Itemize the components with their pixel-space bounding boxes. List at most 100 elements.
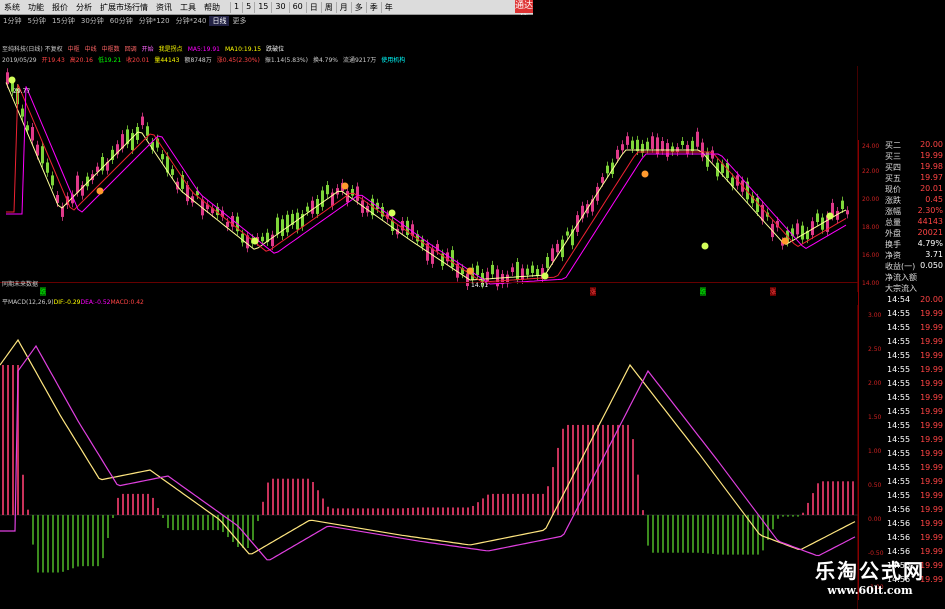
signal-dot — [541, 272, 549, 280]
macd-bar — [127, 493, 129, 515]
macd-bar — [377, 508, 379, 515]
macd-bar — [807, 502, 809, 515]
tick-row: 14:55 19.99 — [859, 407, 945, 418]
candle-body — [616, 149, 619, 159]
menu-item[interactable]: 系统 — [0, 2, 24, 13]
quote-label: 买二 — [885, 141, 901, 150]
candle-body — [651, 136, 654, 149]
macd-bar — [752, 515, 754, 555]
legend-item: 开始 — [141, 46, 154, 53]
menu-item[interactable]: 报价 — [48, 2, 72, 13]
macd-bar — [787, 515, 789, 517]
menu-item[interactable]: 帮助 — [200, 2, 224, 13]
macd-bar — [62, 515, 64, 572]
menu-item[interactable]: 分析 — [72, 2, 96, 13]
timeframe-tab[interactable]: 60分钟 — [107, 16, 136, 26]
menu-item[interactable]: 资讯 — [152, 2, 176, 13]
macd-bar — [2, 365, 4, 515]
macd-bar — [677, 515, 679, 553]
menu-item[interactable]: 扩展市场行情 — [96, 2, 152, 13]
macd-bar — [817, 483, 819, 515]
macd-bar — [442, 507, 444, 515]
macd-bar — [587, 424, 589, 515]
candle-body — [226, 221, 229, 228]
timeframe-tab[interactable]: 1分钟 — [0, 16, 24, 26]
macd-bar — [687, 515, 689, 553]
candle-body — [521, 268, 524, 280]
tick-row: 14:56 19.99 — [859, 519, 945, 530]
macd-bar — [657, 515, 659, 553]
timeframe-tab[interactable]: 30分钟 — [78, 16, 107, 26]
macd-bar — [627, 424, 629, 515]
tick-price: 19.99 — [920, 351, 943, 360]
macd-bar — [507, 493, 509, 515]
macd-bar — [92, 515, 94, 567]
timeframe-tab[interactable]: 日线 — [209, 16, 230, 26]
signal-marker: 涨 — [770, 287, 777, 296]
quote-value: 4.79% — [917, 239, 943, 248]
period-button[interactable]: 月 — [335, 1, 351, 13]
macd-bar — [632, 439, 634, 515]
legend-item: 涨0.45(2.30%) — [216, 57, 260, 64]
candle-body — [681, 140, 684, 145]
menu-item[interactable]: 功能 — [24, 2, 48, 13]
quote-value: 19.97 — [920, 173, 943, 182]
macd-bar — [162, 515, 164, 519]
macd-bar — [322, 498, 324, 515]
tick-price: 19.99 — [920, 379, 943, 388]
macd-bar — [497, 493, 499, 515]
legend-item: 高20.16 — [69, 57, 93, 64]
period-button[interactable]: 60 — [288, 1, 306, 13]
macd-bar — [567, 424, 569, 515]
quote-row: 涨跌 0.45 — [859, 195, 945, 206]
period-button[interactable]: 15 — [254, 1, 271, 13]
quote-label: 涨跌 — [885, 196, 901, 205]
timeframe-tab[interactable]: 5分钟 — [24, 16, 48, 26]
tick-row: 14:55 19.99 — [859, 491, 945, 502]
tick-row: 14:55 19.99 — [859, 449, 945, 460]
macd-bar — [202, 515, 204, 531]
macd-bar — [832, 481, 834, 515]
quote-row: 总量 44143 — [859, 217, 945, 228]
macd-bar — [312, 482, 314, 515]
period-button[interactable]: 30 — [271, 1, 288, 13]
candle-body — [846, 210, 849, 215]
dif-line — [0, 338, 856, 555]
timeframe-tab[interactable]: 15分钟 — [49, 16, 78, 26]
period-button[interactable]: 周 — [320, 1, 336, 13]
signal-dot — [8, 76, 16, 84]
candle-body — [566, 231, 569, 236]
tick-row: 14:55 19.99 — [859, 435, 945, 446]
period-button[interactable]: 季 — [365, 1, 381, 13]
macd-bar — [107, 515, 109, 539]
menu-item[interactable]: 工具 — [176, 2, 200, 13]
bar-info-legend: 2019/05/29 开19.43 高20.16 低19.21 收20.01 量44143… — [2, 55, 532, 64]
period-button[interactable]: 多 — [350, 1, 366, 13]
macd-bar — [782, 515, 784, 517]
candle-body — [696, 131, 699, 147]
tick-price: 19.99 — [920, 463, 943, 472]
candle-body — [531, 265, 534, 273]
timeframe-tab[interactable]: 更多 — [229, 16, 249, 26]
timeframe-tab[interactable]: 分钟*120 — [136, 16, 173, 26]
macd-bar — [407, 508, 409, 515]
macd-bar — [287, 478, 289, 515]
period-button[interactable]: 年 — [380, 1, 396, 13]
quote-label: 净流入额 — [885, 273, 917, 282]
legend-item: 收20.01 — [126, 57, 150, 64]
period-button[interactable]: 5 — [242, 1, 254, 13]
close-button[interactable]: 通达信 — [515, 0, 533, 24]
period-button[interactable]: 1 — [230, 1, 242, 13]
signal-dot — [251, 237, 259, 245]
tick-row: 14:55 19.99 — [859, 421, 945, 432]
macd-bar — [477, 502, 479, 515]
macd-bar — [642, 510, 644, 515]
tick-price: 19.99 — [920, 337, 943, 346]
tick-row: 14:55 19.99 — [859, 337, 945, 348]
macd-bar — [112, 515, 114, 518]
period-button[interactable]: 日 — [305, 1, 321, 13]
tick-price: 19.99 — [920, 519, 943, 528]
timeframe-tab[interactable]: 分钟*240 — [173, 16, 210, 26]
quote-label: 收益(一) — [885, 262, 916, 271]
tick-price: 19.99 — [920, 421, 943, 430]
